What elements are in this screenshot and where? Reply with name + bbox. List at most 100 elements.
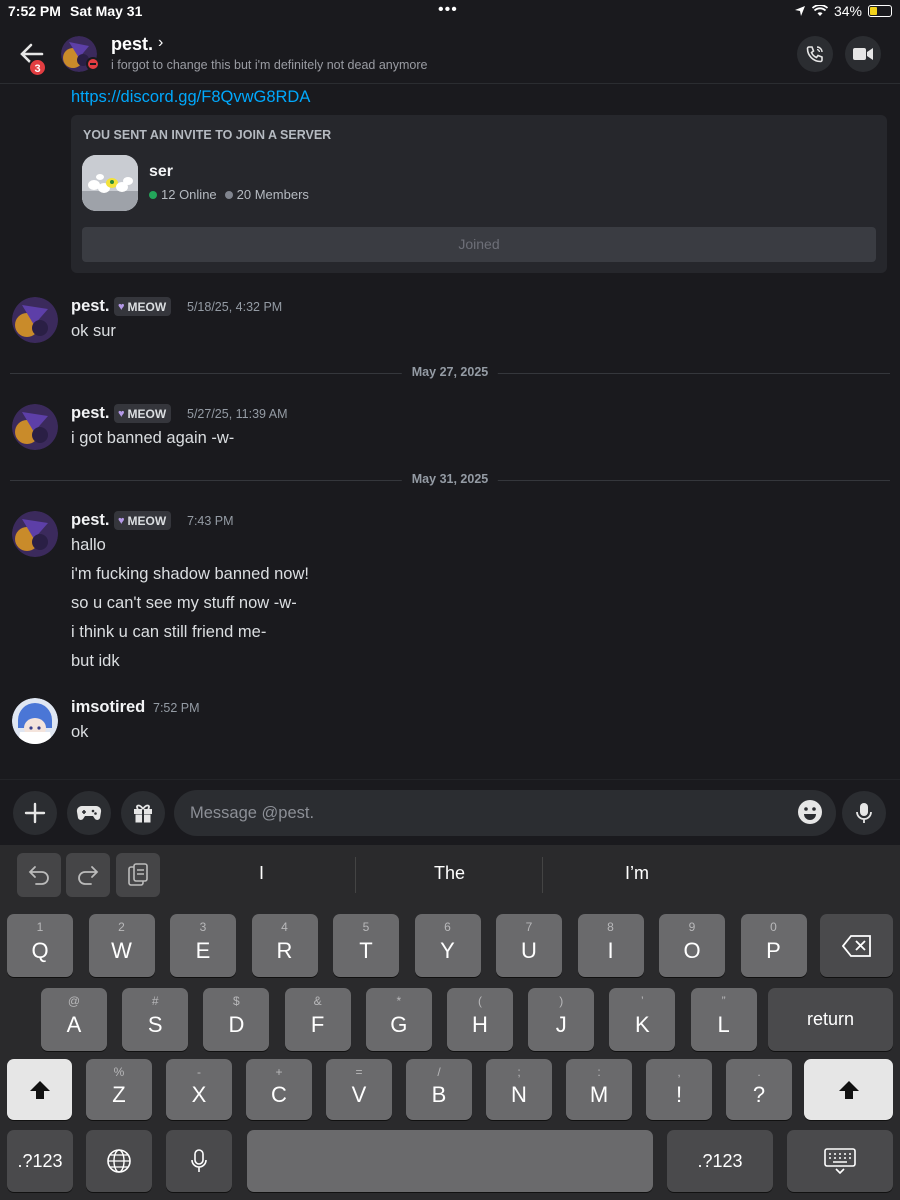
message-text: but idk	[71, 652, 120, 670]
suggestion[interactable]: I’m	[625, 863, 649, 884]
author-name[interactable]: pest.	[71, 511, 110, 530]
message-composer	[0, 779, 900, 845]
key-j[interactable]: ) J	[528, 988, 595, 1051]
message-list[interactable]: https://discord.gg/F8QvwG8RDA YOU SENT A…	[0, 85, 900, 779]
clan-tag[interactable]: ♥ MEOW	[114, 511, 172, 530]
suggestion[interactable]: I	[259, 863, 264, 884]
space-bar[interactable]	[247, 1130, 653, 1192]
key-label: F	[310, 1011, 325, 1037]
key-v[interactable]: = V	[326, 1059, 392, 1120]
key-y[interactable]: 6Y	[414, 914, 481, 977]
message-text: hallo	[71, 536, 106, 554]
activities-button[interactable]	[67, 791, 111, 835]
status-icons: 34%	[794, 3, 892, 19]
heart-icon: ♥	[118, 300, 125, 313]
key-p[interactable]: 0P	[740, 914, 807, 977]
key-r[interactable]: 4R	[251, 914, 318, 977]
voice-call-button[interactable]	[797, 36, 833, 72]
key-alt-label: 3	[199, 920, 207, 934]
voice-message-button[interactable]	[842, 791, 886, 835]
key-g[interactable]: * G	[365, 988, 432, 1051]
key-label: W	[111, 937, 132, 963]
shift-key-right[interactable]	[804, 1059, 893, 1120]
numbers-key-right[interactable]: .?123	[667, 1130, 773, 1192]
date: Sat May 31	[70, 3, 143, 19]
key-a[interactable]: @ A	[41, 988, 107, 1051]
key-f[interactable]: & F	[284, 988, 351, 1051]
author-name[interactable]: pest.	[71, 404, 110, 423]
date-divider-label: May 31, 2025	[401, 472, 499, 486]
clan-tag[interactable]: ♥ MEOW	[114, 297, 172, 316]
key-b[interactable]: / B	[406, 1059, 472, 1120]
key-k[interactable]: ’ K	[609, 988, 676, 1051]
multitasking-dots-icon[interactable]: •••	[438, 1, 458, 19]
key-label: E	[195, 937, 211, 963]
dm-title[interactable]: pest.	[111, 34, 153, 55]
key-l[interactable]: ” L	[690, 988, 757, 1051]
joined-button[interactable]: Joined	[82, 227, 876, 262]
key-alt-label: &	[313, 994, 322, 1008]
key-m[interactable]: :M	[566, 1059, 632, 1120]
key-alt-label: %	[113, 1065, 125, 1079]
battery-icon	[868, 5, 892, 17]
key-h[interactable]: (H	[447, 988, 513, 1051]
key-label: S	[147, 1011, 163, 1037]
avatar[interactable]	[12, 698, 58, 744]
key-s[interactable]: # S	[122, 988, 189, 1051]
key-i[interactable]: 8I	[577, 914, 644, 977]
key-q[interactable]: 1Q	[7, 914, 73, 977]
key-alt-label: +	[275, 1065, 283, 1079]
key-d[interactable]: $ D	[203, 988, 270, 1051]
return-key[interactable]: return	[768, 988, 893, 1051]
key-u[interactable]: 7U	[496, 914, 562, 977]
video-camera-icon	[853, 48, 873, 60]
emoji-icon[interactable]	[796, 798, 824, 826]
numbers-key-left[interactable]: .?123	[7, 1130, 73, 1192]
message-input[interactable]	[174, 790, 836, 836]
server-icon[interactable]	[82, 155, 138, 211]
chevron-right-icon[interactable]: ›	[158, 34, 163, 52]
dictation-key[interactable]	[166, 1130, 232, 1192]
avatar[interactable]	[12, 511, 58, 557]
key-label: R	[276, 937, 293, 963]
key-e[interactable]: 3E	[170, 914, 236, 977]
key-alt-label: :	[597, 1065, 601, 1079]
clan-tag[interactable]: ♥ MEOW	[114, 404, 172, 423]
message-text: ok sur	[71, 322, 116, 340]
timestamp: 5/18/25, 4:32 PM	[187, 300, 283, 314]
key-w[interactable]: 2W	[88, 914, 155, 977]
redo-button[interactable]	[66, 853, 110, 897]
server-stats: 12 Online 20 Members	[149, 187, 309, 202]
key-label: Q	[31, 937, 49, 963]
key-c[interactable]: + C	[246, 1059, 312, 1120]
key-x[interactable]: -X	[166, 1059, 232, 1120]
add-attachment-button[interactable]	[13, 791, 57, 835]
battery-percent: 34%	[833, 3, 862, 19]
dm-header: 3 pest. › i forgot to change this but i'…	[0, 24, 900, 84]
key-label: V	[351, 1081, 367, 1107]
undo-button[interactable]	[17, 853, 61, 897]
key-exclamation[interactable]: ,!	[646, 1059, 712, 1120]
key-n[interactable]: ; N	[486, 1059, 552, 1120]
shift-key-left[interactable]	[7, 1059, 72, 1120]
invite-link[interactable]: https://discord.gg/F8QvwG8RDA	[71, 88, 310, 107]
clipboard-icon	[128, 863, 148, 886]
avatar[interactable]	[12, 404, 58, 450]
gift-button[interactable]	[121, 791, 165, 835]
globe-key[interactable]	[86, 1130, 152, 1192]
key-question[interactable]: .?	[726, 1059, 792, 1120]
key-z[interactable]: % Z	[86, 1059, 152, 1120]
author-name[interactable]: pest.	[71, 297, 110, 316]
author-name[interactable]: imsotired	[71, 698, 145, 717]
heart-icon: ♥	[118, 514, 125, 527]
paste-button[interactable]	[116, 853, 160, 897]
delete-key[interactable]	[820, 914, 893, 977]
dismiss-keyboard-key[interactable]	[787, 1130, 893, 1192]
key-alt-label: -	[197, 1065, 201, 1079]
suggestion[interactable]: The	[434, 863, 465, 884]
key-label: !	[675, 1081, 683, 1107]
video-call-button[interactable]	[845, 36, 881, 72]
key-t[interactable]: 5T	[333, 914, 399, 977]
avatar[interactable]	[12, 297, 58, 343]
key-o[interactable]: 9O	[659, 914, 725, 977]
